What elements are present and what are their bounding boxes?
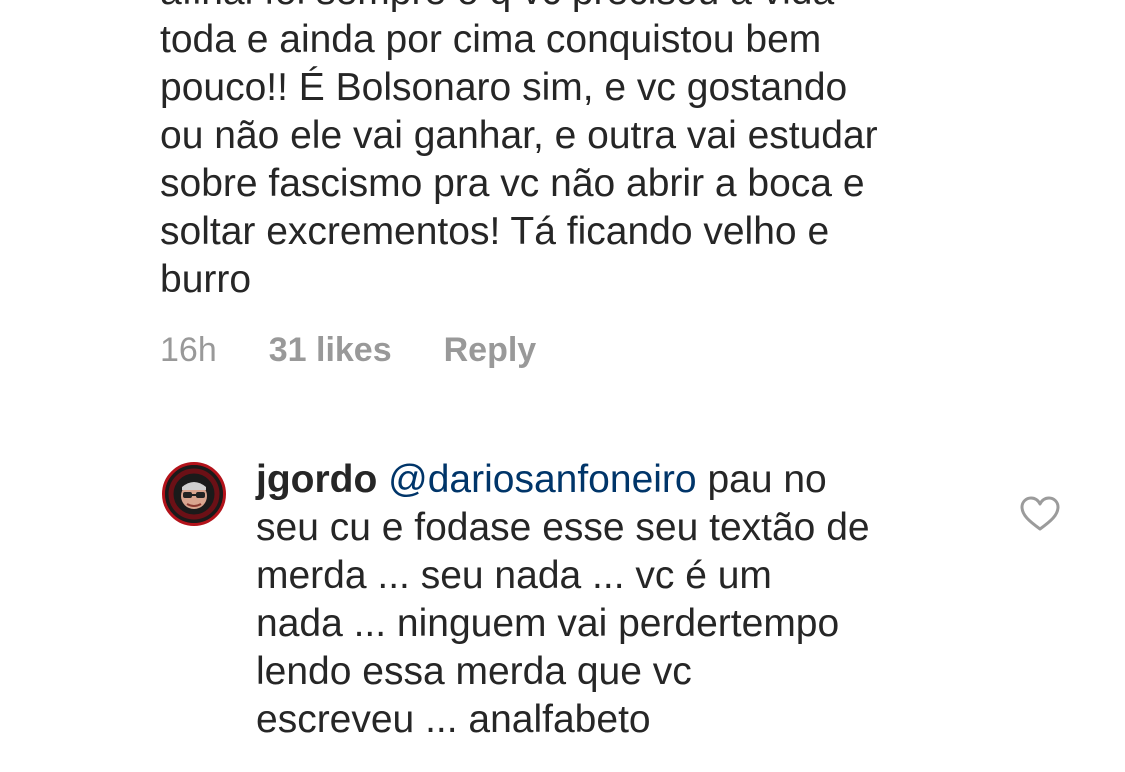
reply-text-fragment: pau no: [696, 458, 827, 501]
comment-timestamp: 16h: [160, 331, 217, 369]
comment-previous: afinal foi sempre o q vc precisou a vida…: [160, 0, 980, 304]
profile-avatar-icon: [165, 465, 223, 523]
reply-first-line: jgordo @dariosanfoneiro pau no: [256, 456, 976, 504]
comment-text-line: ou não ele vai ganhar, e outra vai estud…: [160, 114, 878, 157]
comment-text-line: afinal foi sempre o q vc precisou a vida: [160, 0, 980, 16]
reply-text-line: merda ... seu nada ... vc é um: [256, 554, 772, 597]
comment-meta: 16h 31 likes Reply: [160, 328, 536, 372]
reply-text-line: seu cu e fodase esse seu textão de: [256, 506, 870, 549]
reply-text-line: nada ... ninguem vai perdertempo: [256, 602, 840, 645]
reply-text-line: lendo essa merda que vc: [256, 650, 692, 693]
mention-link[interactable]: @dariosanfoneiro: [388, 458, 696, 501]
comment-likes-count[interactable]: 31 likes: [269, 328, 392, 372]
heart-outline-icon[interactable]: [1020, 496, 1060, 532]
comment-text-line: burro: [160, 258, 252, 301]
username-link[interactable]: jgordo: [256, 458, 377, 501]
reply-text-line: escreveu ... analfabeto: [256, 698, 651, 741]
comment-text-line: soltar excrementos! Tá ficando velho e: [160, 210, 830, 253]
comment-text-line: pouco!! É Bolsonaro sim, e vc gostando: [160, 66, 848, 109]
reply-button[interactable]: Reply: [444, 328, 537, 372]
comment-text-line: sobre fascismo pra vc não abrir a boca e: [160, 162, 865, 205]
comment-text-line: toda e ainda por cima conquistou bem: [160, 18, 822, 61]
reply-text: jgordo @dariosanfoneiro pau no seu cu e …: [256, 456, 976, 744]
avatar[interactable]: [162, 462, 226, 526]
